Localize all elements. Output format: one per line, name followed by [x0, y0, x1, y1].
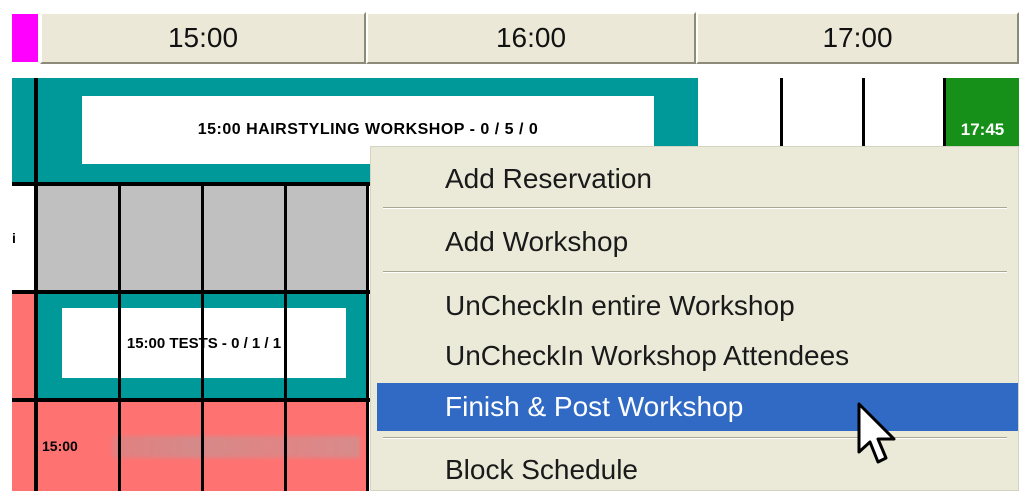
row-edge-white: i: [12, 186, 34, 292]
appointment-time: 17:45: [960, 120, 1005, 139]
mouse-cursor-icon: [856, 402, 902, 468]
menu-item-add-reservation[interactable]: Add Reservation: [371, 155, 1018, 203]
menu-item-finish-post-workshop[interactable]: Finish & Post Workshop: [377, 383, 1018, 431]
row-color-marker: [12, 14, 38, 62]
time-header-label: 16:00: [495, 22, 567, 53]
row-edge-salmon: [12, 294, 34, 398]
menu-item-block-schedule[interactable]: Block Schedule: [371, 449, 1018, 491]
menu-item-uncheckin-workshop[interactable]: UnCheckIn entire Workshop: [371, 283, 1018, 329]
row-edge-teal: [12, 78, 34, 182]
menu-separator: [383, 437, 1007, 439]
time-header-label: 15:00: [167, 22, 239, 53]
context-menu: Add Reservation Add Workshop UnCheckIn e…: [370, 146, 1019, 491]
tests-label: 15:00 TESTS - 0 / 1 / 1: [62, 308, 346, 378]
time-header-15[interactable]: 15:00: [40, 12, 366, 64]
time-header-label: 17:00: [822, 22, 893, 53]
time-header-17[interactable]: 17:00: [696, 12, 1019, 64]
menu-item-uncheckin-attendees[interactable]: UnCheckIn Workshop Attendees: [371, 333, 1018, 379]
row-edge-label: i: [12, 230, 16, 246]
menu-item-add-workshop[interactable]: Add Workshop: [371, 219, 1018, 265]
time-header-16[interactable]: 16:00: [366, 12, 696, 64]
menu-separator: [383, 271, 1007, 273]
redacted-name: [112, 436, 360, 458]
menu-separator: [383, 207, 1007, 209]
row-edge-salmon-2: [12, 402, 34, 491]
appointment-time-label: 15:00: [42, 438, 78, 454]
